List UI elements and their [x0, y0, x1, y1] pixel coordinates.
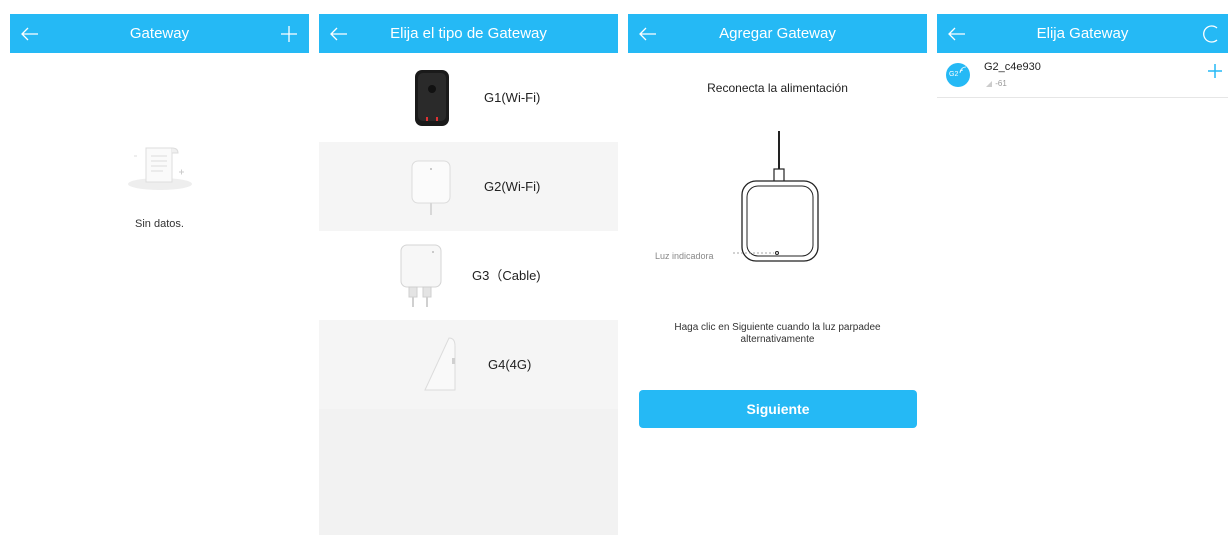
- signal-strength: -61: [986, 79, 1007, 88]
- choose-gateway-screen: Elija Gateway G2 G2_c4e930 -61: [937, 14, 1228, 535]
- app-bar: Gateway: [10, 14, 309, 53]
- back-arrow-icon: [330, 27, 347, 40]
- back-button[interactable]: [323, 14, 355, 53]
- indicator-light-label: Luz indicadora: [655, 251, 714, 261]
- type-label: G4(4G): [488, 357, 532, 372]
- gateway-list-item[interactable]: G2 G2_c4e930 -61: [937, 53, 1228, 98]
- refresh-icon: [1203, 24, 1218, 43]
- signal-value: -61: [995, 79, 1007, 88]
- add-gateway-screen: Agregar Gateway Reconecta la alimentació…: [628, 14, 927, 535]
- page-title: Elija Gateway: [1036, 25, 1129, 42]
- gateway-type-g2[interactable]: G2(Wi-Fi): [319, 142, 618, 231]
- back-button[interactable]: [941, 14, 973, 53]
- type-label: G2(Wi-Fi): [484, 179, 541, 194]
- back-button[interactable]: [632, 14, 664, 53]
- empty-document-icon: [127, 147, 192, 190]
- g2-device-image: [411, 142, 451, 231]
- add-device-button[interactable]: [1207, 63, 1225, 81]
- page-title: Agregar Gateway: [719, 25, 836, 42]
- app-bar: Agregar Gateway: [628, 14, 927, 53]
- type-label: G3（Cable): [472, 268, 541, 283]
- page-title: Gateway: [129, 25, 190, 42]
- gateway-avatar: G2: [946, 63, 970, 87]
- refresh-button[interactable]: [1196, 14, 1228, 53]
- plus-icon: [1208, 64, 1222, 78]
- gateway-type-g1[interactable]: G1(Wi-Fi): [319, 53, 618, 142]
- back-arrow-icon: [948, 27, 965, 40]
- back-button[interactable]: [14, 14, 46, 53]
- g4-device-image: [419, 320, 459, 409]
- choose-type-screen: Elija el tipo de Gateway G1(Wi-Fi) G2(Wi…: [319, 14, 618, 535]
- gateway-type-g4[interactable]: G4(4G): [319, 320, 618, 409]
- instruction-hint: Haga clic en Siguiente cuando la luz par…: [674, 322, 881, 345]
- gateway-type-g3[interactable]: G3（Cable): [319, 231, 618, 320]
- avatar-label: G2: [949, 71, 959, 78]
- gateway-name: G2_c4e930: [984, 61, 1041, 73]
- signal-icon: [986, 80, 992, 87]
- empty-state: [10, 142, 309, 199]
- back-arrow-icon: [21, 27, 38, 40]
- page-title: Elija el tipo de Gateway: [390, 25, 547, 42]
- wifi-signal-icon: [959, 66, 967, 74]
- gateway-screen: Gateway Sin datos.: [10, 14, 309, 535]
- next-button[interactable]: Siguiente: [639, 390, 917, 428]
- app-bar: Elija Gateway: [937, 14, 1228, 53]
- app-bar: Elija el tipo de Gateway: [319, 14, 618, 53]
- plus-icon: [281, 25, 297, 42]
- type-label: G1(Wi-Fi): [484, 90, 541, 105]
- back-arrow-icon: [639, 27, 656, 40]
- empty-text: Sin datos.: [135, 218, 184, 230]
- gateway-illustration: [733, 131, 819, 262]
- g1-device-image: [414, 53, 450, 142]
- g3-device-image: [399, 231, 443, 320]
- add-gateway-button[interactable]: [273, 14, 305, 53]
- reconnect-instruction: Reconecta la alimentación: [707, 81, 848, 95]
